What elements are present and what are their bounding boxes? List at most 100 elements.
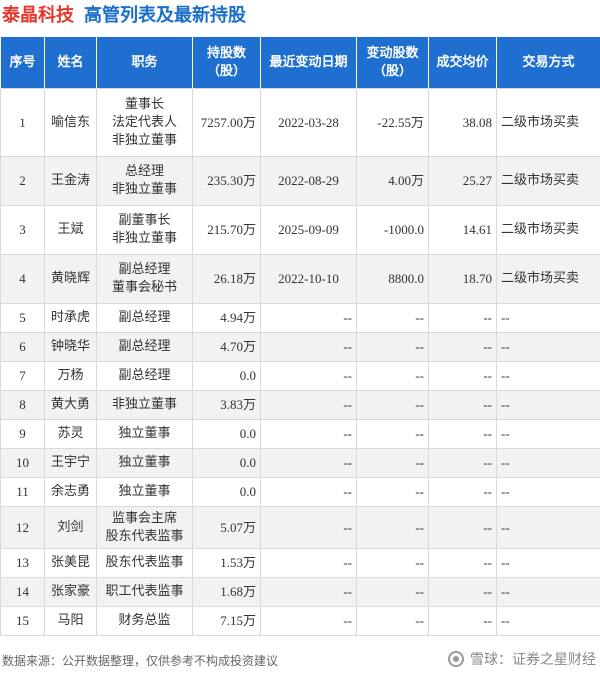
avg-price: --	[428, 332, 497, 362]
executive-duty: 独立董事	[96, 448, 193, 478]
change-shares: --	[356, 419, 429, 449]
shares-held: 7257.00万	[192, 88, 261, 157]
last-change-date: --	[260, 303, 357, 333]
row-index: 10	[0, 448, 45, 478]
shares-held: 5.07万	[192, 506, 261, 549]
row-index: 1	[0, 88, 45, 157]
executive-duty: 副总经理	[96, 303, 193, 333]
trade-method: --	[496, 332, 600, 362]
column-header: 持股数 （股）	[192, 37, 261, 89]
trade-method: 二级市场买卖	[496, 254, 600, 304]
brand-text: 雪球：证券之星财经	[470, 652, 596, 668]
avg-price: 25.27	[428, 156, 497, 206]
row-index: 4	[0, 254, 45, 304]
trade-method: --	[496, 477, 600, 507]
shares-held: 0.0	[192, 448, 261, 478]
avg-price: 14.61	[428, 205, 497, 255]
trade-method: --	[496, 303, 600, 333]
last-change-date: 2022-08-29	[260, 156, 357, 206]
avg-price: --	[428, 448, 497, 478]
executive-duty: 股东代表监事	[96, 548, 193, 578]
column-header: 最近变动日期	[260, 37, 357, 89]
table-row: 1 喻信东 董事长 法定代表人 非独立董事 7257.00万 2022-03-28 -22.5…	[0, 88, 600, 157]
executive-name: 张美昆	[44, 548, 97, 578]
executive-duty: 总经理 非独立董事	[96, 156, 193, 206]
trade-method: --	[496, 548, 600, 578]
duty-line: 总经理	[124, 164, 164, 179]
last-change-date: --	[260, 332, 357, 362]
table-row: 15 马阳 财务总监 7.15万 -- -- -- --	[0, 606, 600, 636]
avg-price: --	[428, 390, 497, 420]
change-shares: -22.55万	[356, 88, 429, 157]
change-shares: 4.00万	[356, 156, 429, 206]
table-row: 4 黄晓辉 副总经理 董事会秘书 26.18万 2022-10-10 8800.0 18.70…	[0, 254, 600, 304]
shares-held: 26.18万	[192, 254, 261, 304]
last-change-date: 2025-09-09	[260, 205, 357, 255]
executive-duty: 非独立董事	[96, 390, 193, 420]
duty-line: 股东代表监事	[105, 555, 184, 570]
row-index: 5	[0, 303, 45, 333]
executive-name: 王斌	[44, 205, 97, 255]
shares-held: 7.15万	[192, 606, 261, 636]
last-change-date: --	[260, 548, 357, 578]
table-row: 3 王斌 副董事长 非独立董事 215.70万 2025-09-09 -1000.0 14.6…	[0, 205, 600, 255]
row-index: 2	[0, 156, 45, 206]
table-row: 6 钟晓华 副总经理 4.70万 -- -- -- --	[0, 332, 600, 362]
change-shares: --	[356, 390, 429, 420]
avg-price: --	[428, 303, 497, 333]
executive-name: 时承虎	[44, 303, 97, 333]
duty-line: 副总经理	[118, 368, 171, 383]
data-source-note: 数据来源：公开数据整理，仅供参考不构成投资建议	[2, 654, 279, 668]
change-shares: --	[356, 361, 429, 391]
row-index: 7	[0, 361, 45, 391]
executive-duty: 职工代表监事	[96, 577, 193, 607]
row-index: 13	[0, 548, 45, 578]
avg-price: 18.70	[428, 254, 497, 304]
table-row: 9 苏灵 独立董事 0.0 -- -- -- --	[0, 419, 600, 449]
executive-duty: 监事会主席 股东代表监事	[96, 506, 193, 549]
table-row: 2 王金涛 总经理 非独立董事 235.30万 2022-08-29 4.00万 25.27 二…	[0, 156, 600, 206]
trade-method: --	[496, 361, 600, 391]
trade-method: 二级市场买卖	[496, 156, 600, 206]
executive-name: 刘剑	[44, 506, 97, 549]
trade-method: --	[496, 577, 600, 607]
duty-line: 财务总监	[118, 613, 171, 628]
duty-line: 副总经理	[118, 262, 171, 277]
change-shares: --	[356, 332, 429, 362]
avg-price: 38.08	[428, 88, 497, 157]
snowball-logo-icon	[448, 651, 464, 667]
executive-duty: 副总经理	[96, 332, 193, 362]
change-shares: --	[356, 606, 429, 636]
column-header: 序号	[0, 37, 45, 89]
last-change-date: --	[260, 506, 357, 549]
avg-price: --	[428, 577, 497, 607]
last-change-date: --	[260, 419, 357, 449]
avg-price: --	[428, 419, 497, 449]
duty-line: 法定代表人	[111, 114, 177, 130]
column-header: 交易方式	[496, 37, 600, 89]
shares-held: 1.53万	[192, 548, 261, 578]
row-index: 9	[0, 419, 45, 449]
executive-name: 喻信东	[44, 88, 97, 157]
column-header: 变动股数 （股）	[356, 37, 429, 89]
shares-held: 0.0	[192, 477, 261, 507]
last-change-date: 2022-03-28	[260, 88, 357, 157]
duty-line: 独立董事	[118, 484, 171, 499]
change-shares: 8800.0	[356, 254, 429, 304]
shares-held: 3.83万	[192, 390, 261, 420]
trade-method: --	[496, 448, 600, 478]
executive-name: 余志勇	[44, 477, 97, 507]
shares-held: 235.30万	[192, 156, 261, 206]
executive-name: 马阳	[44, 606, 97, 636]
table-row: 11 余志勇 独立董事 0.0 -- -- -- --	[0, 477, 600, 507]
column-header: 姓名	[44, 37, 97, 89]
change-shares: --	[356, 577, 429, 607]
duty-line: 董事会秘书	[111, 280, 177, 295]
change-shares: -1000.0	[356, 205, 429, 255]
duty-line: 非独立董事	[111, 397, 177, 412]
trade-method: 二级市场买卖	[496, 205, 600, 255]
row-index: 15	[0, 606, 45, 636]
executive-name: 钟晓华	[44, 332, 97, 362]
avg-price: --	[428, 477, 497, 507]
trade-method: --	[496, 506, 600, 549]
